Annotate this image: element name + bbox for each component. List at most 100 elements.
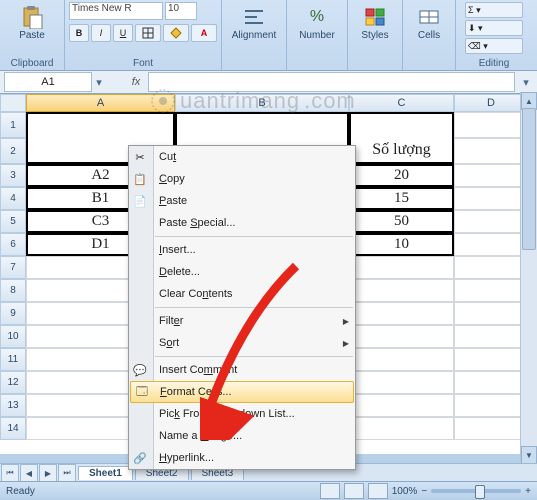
autosum-button[interactable]: Σ ▾ (465, 2, 523, 18)
row-header[interactable]: 3 (0, 164, 26, 187)
menu-insert-comment[interactable]: 💬Insert Comment (129, 359, 355, 381)
col-header-a[interactable]: A (26, 94, 175, 112)
row-header[interactable]: 7 (0, 256, 26, 279)
cell[interactable] (349, 417, 454, 440)
view-layout-button[interactable] (344, 483, 364, 499)
row-header[interactable]: 4 (0, 187, 26, 210)
tab-nav-first[interactable]: ⏮ (1, 464, 19, 482)
cell[interactable] (349, 256, 454, 279)
scroll-thumb[interactable] (522, 108, 536, 250)
tab-nav-last[interactable]: ⏭ (58, 464, 76, 482)
clear-button[interactable]: ⌫ ▾ (465, 38, 523, 54)
cell[interactable]: 10 (349, 233, 454, 256)
cell[interactable] (454, 279, 528, 302)
zoom-thumb[interactable] (475, 485, 485, 499)
row-header[interactable]: 10 (0, 325, 26, 348)
fx-icon[interactable]: fx (128, 76, 144, 88)
row-header[interactable]: 11 (0, 348, 26, 371)
row-header[interactable]: 1 (0, 112, 26, 138)
cell[interactable] (349, 302, 454, 325)
select-all-corner[interactable] (0, 94, 26, 112)
fill-color-button[interactable] (163, 24, 189, 42)
cell[interactable] (175, 112, 349, 138)
cell[interactable] (454, 348, 528, 371)
menu-insert[interactable]: Insert... (129, 239, 355, 261)
cell[interactable]: Số lượng (349, 138, 454, 164)
row-header[interactable]: 13 (0, 394, 26, 417)
styles-button[interactable]: Styles (352, 2, 398, 44)
font-name-selector[interactable]: Times New R (69, 2, 163, 20)
cell[interactable] (454, 325, 528, 348)
cell[interactable] (454, 187, 528, 210)
cell[interactable]: 50 (349, 210, 454, 233)
alignment-button[interactable]: Alignment (231, 2, 277, 44)
row-header[interactable]: 12 (0, 371, 26, 394)
cell[interactable] (454, 302, 528, 325)
col-header-b[interactable]: B (175, 94, 349, 112)
sheet-tab-1[interactable]: Sheet1 (78, 466, 133, 480)
col-header-d[interactable]: D (454, 94, 528, 112)
tab-nav-next[interactable]: ▶ (39, 464, 57, 482)
menu-name-range[interactable]: Name a Range... (129, 425, 355, 447)
menu-pick-from-list[interactable]: Pick From Drop-down List... (129, 403, 355, 425)
cell[interactable] (454, 210, 528, 233)
tab-nav-prev[interactable]: ◀ (20, 464, 38, 482)
cell[interactable]: 20 (349, 164, 454, 187)
view-normal-button[interactable] (320, 483, 340, 499)
name-box-dropdown[interactable]: ▾ (92, 76, 106, 89)
bold-button[interactable]: B (69, 24, 89, 42)
menu-hyperlink[interactable]: 🔗Hyperlink... (129, 447, 355, 469)
border-button[interactable] (135, 24, 161, 42)
name-box[interactable]: A1 (4, 72, 92, 92)
cell[interactable] (454, 371, 528, 394)
cell[interactable] (454, 394, 528, 417)
formula-bar-expand[interactable]: ▾ (519, 76, 533, 89)
cell[interactable] (454, 233, 528, 256)
cell[interactable] (26, 112, 175, 138)
italic-button[interactable]: I (91, 24, 111, 42)
paste-button[interactable]: Paste (9, 2, 55, 44)
cell[interactable] (349, 325, 454, 348)
scroll-down-button[interactable]: ▼ (521, 446, 537, 464)
row-header[interactable]: 2 (0, 138, 26, 164)
menu-copy[interactable]: 📋Copy (129, 168, 355, 190)
row-header[interactable]: 9 (0, 302, 26, 325)
row-header[interactable]: 6 (0, 233, 26, 256)
row-header[interactable]: 8 (0, 279, 26, 302)
vertical-scrollbar[interactable]: ▲ ▼ (520, 92, 537, 464)
cell[interactable] (454, 112, 528, 138)
menu-paste[interactable]: 📄Paste (129, 190, 355, 212)
zoom-in-button[interactable]: + (525, 486, 531, 497)
cell[interactable] (349, 279, 454, 302)
cell[interactable] (454, 417, 528, 440)
fill-button[interactable]: ⬇ ▾ (465, 20, 523, 36)
row-header[interactable]: 14 (0, 417, 26, 440)
number-format-button[interactable]: % Number (294, 2, 340, 44)
menu-filter[interactable]: Filter▶ (129, 310, 355, 332)
menu-delete[interactable]: Delete... (129, 261, 355, 283)
menu-clear-contents[interactable]: Clear Contents (129, 283, 355, 305)
cell[interactable] (349, 394, 454, 417)
zoom-slider[interactable] (431, 489, 521, 493)
menu-paste-special[interactable]: Paste Special... (129, 212, 355, 234)
cell[interactable] (349, 348, 454, 371)
cell[interactable] (454, 138, 528, 164)
menu-format-cells[interactable]: 🗔Format Cells... (130, 381, 354, 403)
cell[interactable] (349, 371, 454, 394)
view-pagebreak-button[interactable] (368, 483, 388, 499)
cell[interactable] (454, 256, 528, 279)
cells-button[interactable]: Cells (406, 2, 452, 44)
cell[interactable] (349, 112, 454, 138)
formula-input[interactable] (148, 72, 515, 92)
menu-cut[interactable]: ✂Cut (129, 146, 355, 168)
font-size-selector[interactable]: 10 (165, 2, 197, 20)
col-header-c[interactable]: C (349, 94, 454, 112)
row-header[interactable]: 5 (0, 210, 26, 233)
font-color-button[interactable]: A (191, 24, 217, 42)
cell[interactable] (454, 164, 528, 187)
cell[interactable]: 15 (349, 187, 454, 210)
underline-button[interactable]: U (113, 24, 133, 42)
zoom-out-button[interactable]: − (421, 486, 427, 497)
zoom-level[interactable]: 100% (392, 486, 418, 497)
menu-sort[interactable]: Sort▶ (129, 332, 355, 354)
